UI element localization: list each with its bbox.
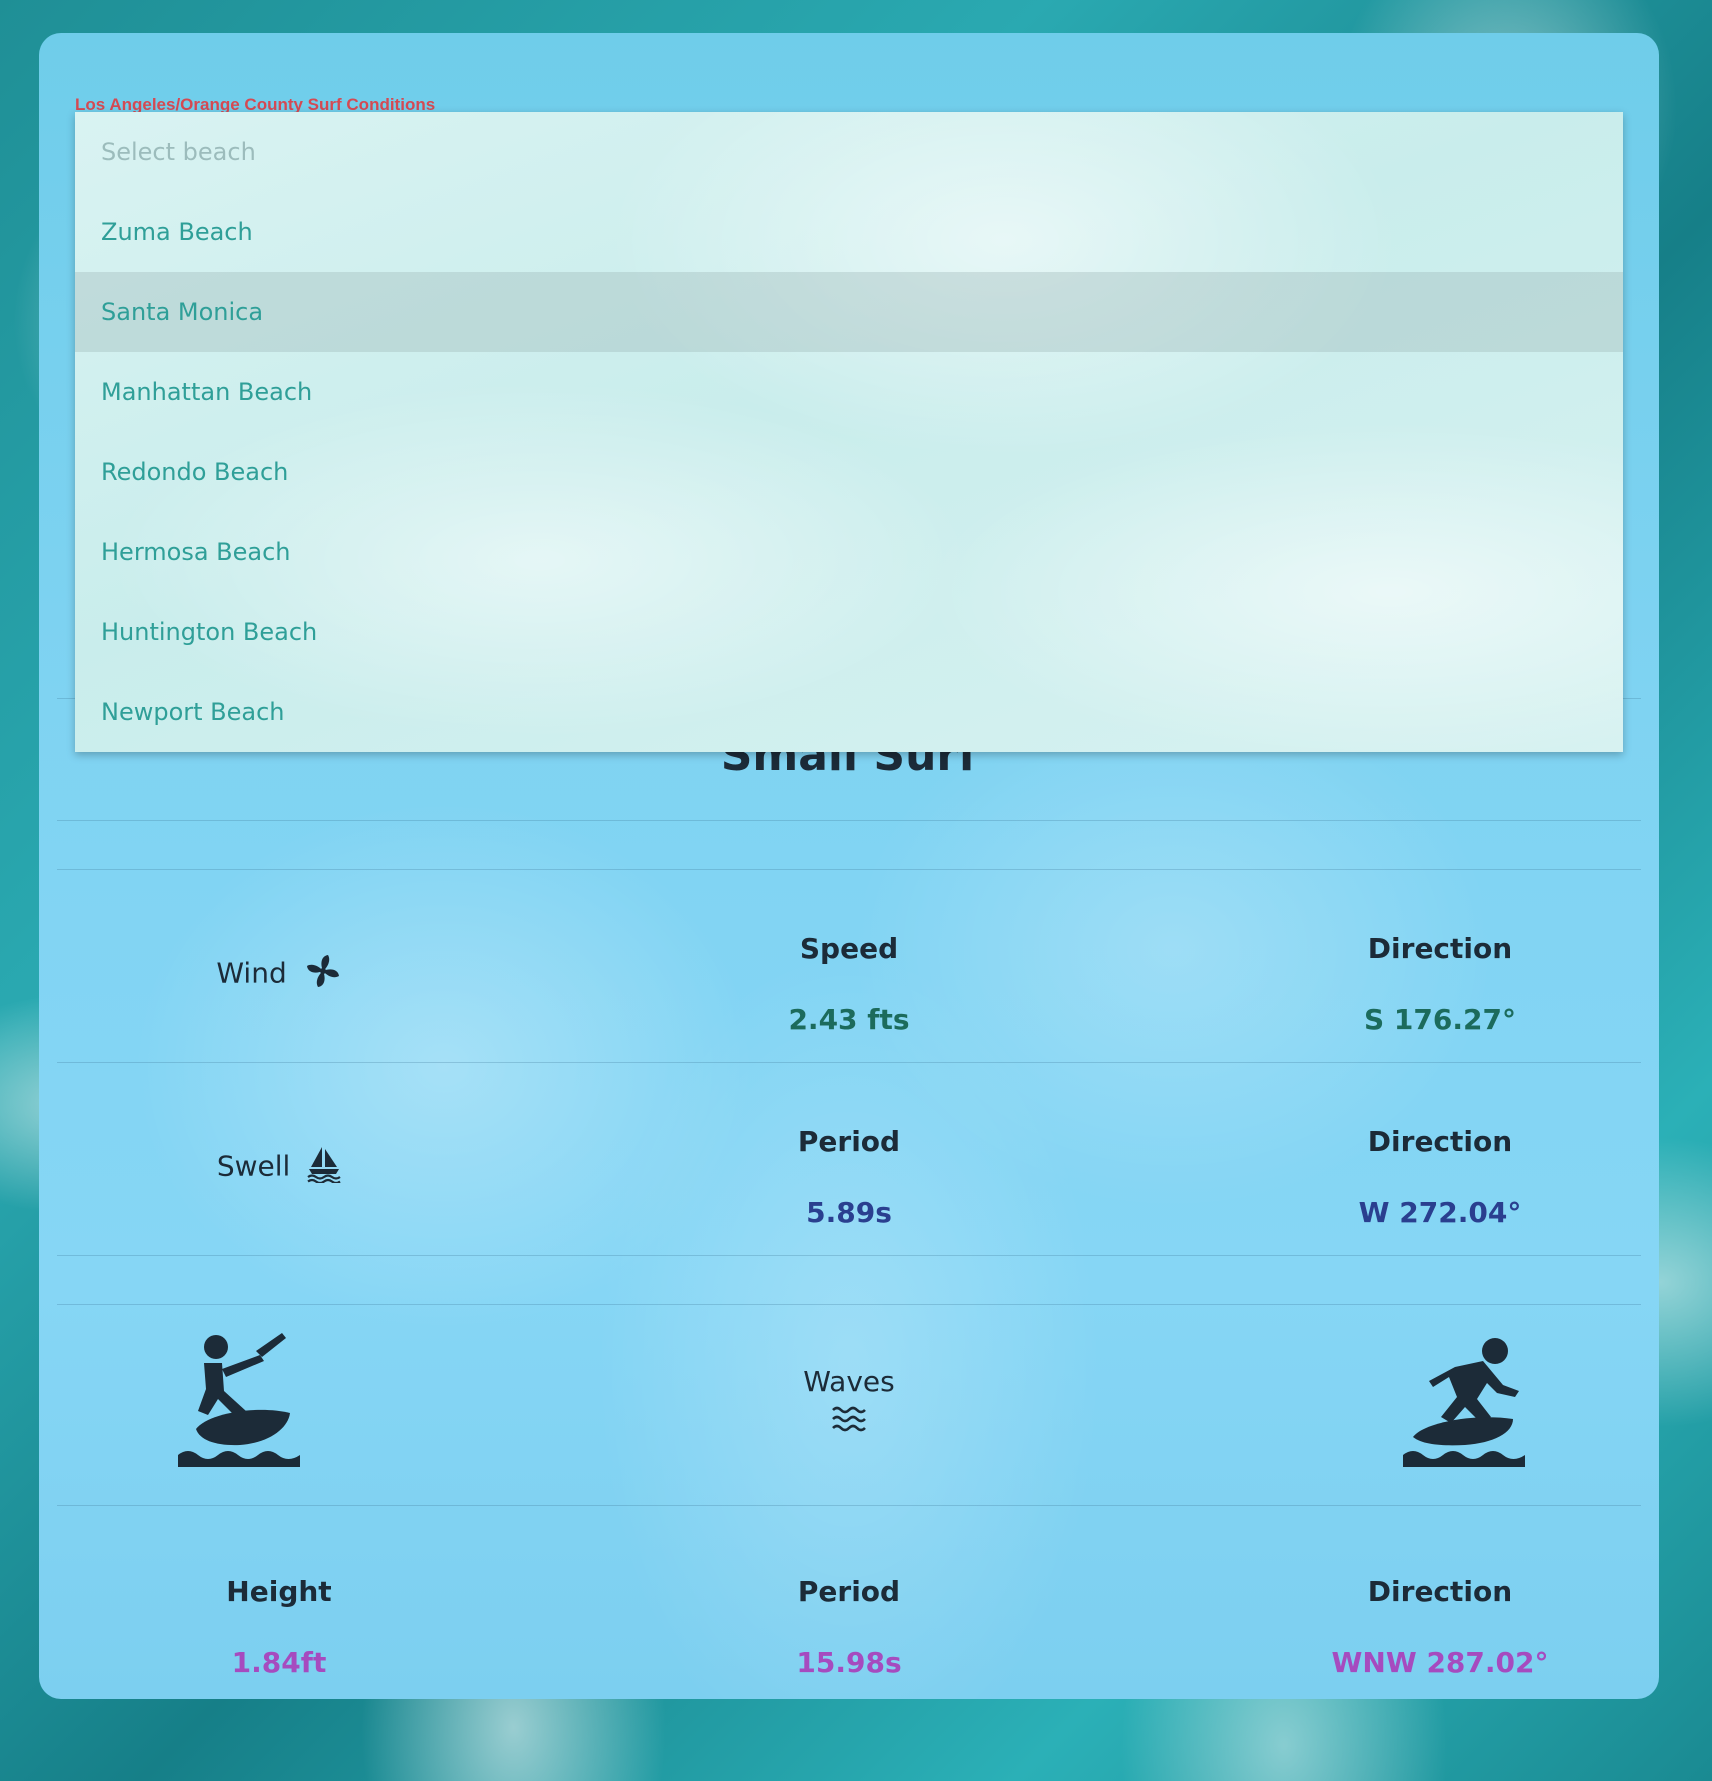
wind-direction-label: Direction — [1367, 932, 1513, 965]
wind-speed-value: 2.43 fts — [788, 1003, 910, 1036]
divider — [57, 1505, 1641, 1506]
water-icon — [669, 1404, 1029, 1438]
wind-label: Wind — [216, 956, 287, 990]
wind-row-label: Wind — [99, 952, 459, 997]
beach-option-manhattan[interactable]: Manhattan Beach — [75, 352, 1623, 432]
divider — [57, 820, 1641, 821]
beach-option-newport[interactable]: Newport Beach — [75, 672, 1623, 752]
wave-height-value: 1.84ft — [231, 1646, 327, 1679]
beach-select-placeholder[interactable]: Select beach — [75, 112, 1623, 192]
waves-header: Waves — [669, 1365, 1029, 1438]
divider — [57, 1062, 1641, 1063]
wave-height-label: Height — [226, 1575, 332, 1608]
waves-label: Waves — [803, 1365, 895, 1398]
beach-option-huntington[interactable]: Huntington Beach — [75, 592, 1623, 672]
swell-direction-value: W 272.04° — [1358, 1196, 1522, 1229]
wave-period-label: Period — [797, 1575, 901, 1608]
wave-period-value: 15.98s — [796, 1646, 902, 1679]
surfer-icon — [1403, 1333, 1527, 1473]
divider — [57, 1255, 1641, 1256]
swell-row-label: Swell — [99, 1145, 459, 1190]
swell-direction-label: Direction — [1367, 1125, 1513, 1158]
swell-period-label: Period — [797, 1125, 901, 1158]
swell-label: Swell — [216, 1149, 291, 1183]
wind-speed-label: Speed — [799, 932, 899, 965]
wave-direction-value: WNW 287.02° — [1331, 1646, 1549, 1679]
pinwheel-icon — [304, 952, 342, 997]
beach-select-dropdown[interactable]: Select beach Zuma Beach Santa Monica Man… — [75, 112, 1623, 752]
beach-option-zuma[interactable]: Zuma Beach — [75, 192, 1623, 272]
sailboat-icon — [307, 1145, 341, 1190]
beach-option-redondo[interactable]: Redondo Beach — [75, 432, 1623, 512]
kitesurfer-icon — [178, 1333, 302, 1473]
wind-direction-value: S 176.27° — [1364, 1003, 1516, 1036]
swell-period-value: 5.89s — [806, 1196, 892, 1229]
divider — [57, 869, 1641, 870]
beach-option-hermosa[interactable]: Hermosa Beach — [75, 512, 1623, 592]
wave-direction-label: Direction — [1367, 1575, 1513, 1608]
beach-option-santa-monica[interactable]: Santa Monica — [75, 272, 1623, 352]
divider — [57, 1304, 1641, 1305]
surf-conditions-card: Los Angeles/Orange County Surf Condition… — [39, 33, 1659, 1699]
